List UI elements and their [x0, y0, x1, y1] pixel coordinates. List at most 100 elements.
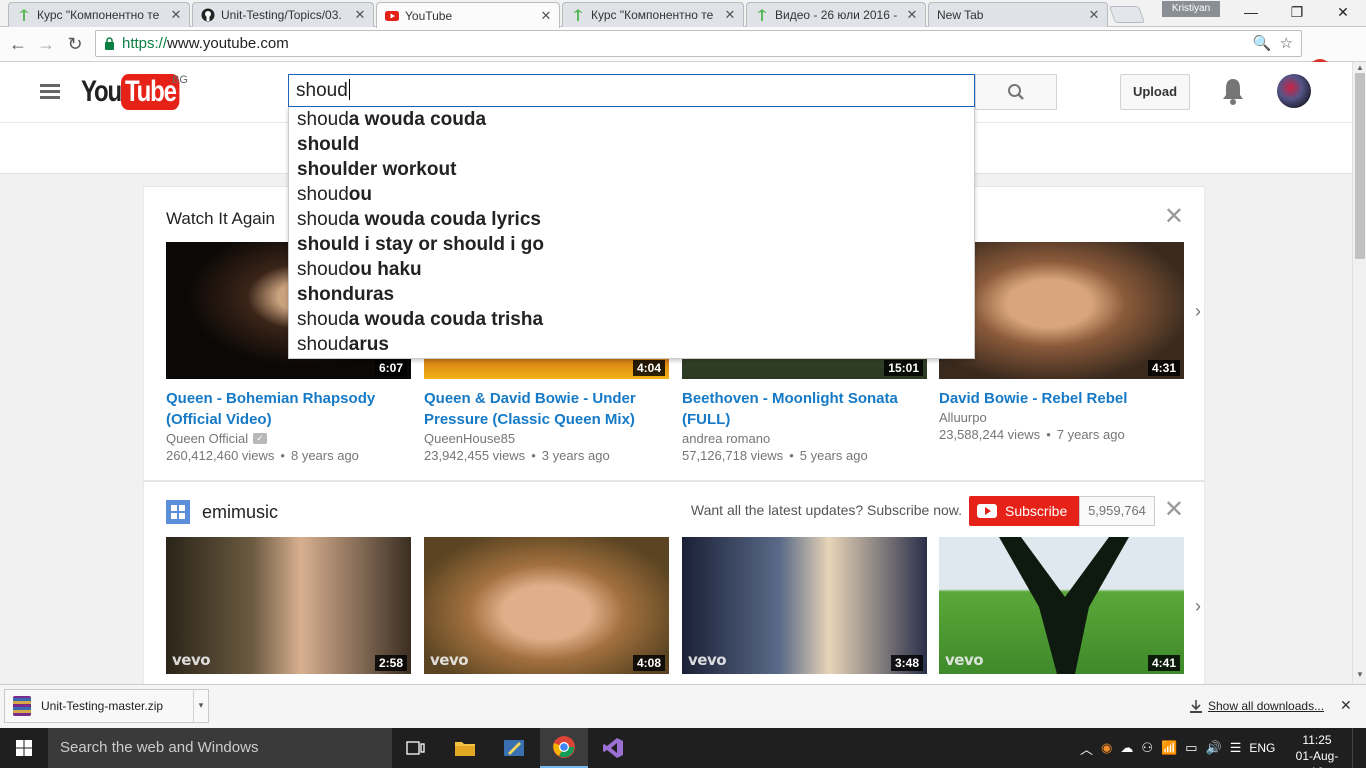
- cloud-tray-icon[interactable]: ☁: [1120, 740, 1133, 756]
- input-language[interactable]: ENG: [1249, 741, 1275, 755]
- shelf-next-chevron-icon[interactable]: ›: [1190, 301, 1206, 322]
- battery-icon[interactable]: ▭: [1185, 740, 1197, 756]
- github-icon: [201, 8, 215, 22]
- new-tab-button[interactable]: [1108, 6, 1146, 23]
- scroll-up-arrow-icon[interactable]: ▲: [1356, 63, 1364, 72]
- forward-icon[interactable]: →: [34, 32, 58, 56]
- browser-tab[interactable]: Unit-Testing/Topics/03. ✕: [192, 2, 374, 27]
- notifications-bell-icon[interactable]: [1219, 76, 1247, 106]
- video-tile[interactable]: vevo 4:41: [939, 537, 1184, 674]
- search-suggestion[interactable]: shoudou haku: [289, 257, 974, 282]
- tab-close-icon[interactable]: ✕: [353, 7, 367, 23]
- lock-icon: [102, 36, 116, 52]
- chevron-down-icon[interactable]: ▾: [193, 690, 208, 722]
- zoom-icon[interactable]: 🔍: [1253, 34, 1272, 52]
- tab-close-icon[interactable]: ✕: [723, 7, 737, 23]
- subscribe-button[interactable]: Subscribe: [969, 496, 1079, 526]
- video-title[interactable]: Queen - Bohemian Rhapsody (Official Vide…: [166, 388, 411, 430]
- search-suggestion[interactable]: shoudou: [289, 182, 974, 207]
- channel-avatar-icon[interactable]: [166, 500, 190, 524]
- show-desktop-button[interactable]: [1352, 728, 1366, 768]
- download-icon: [1190, 699, 1202, 713]
- pencil-app-icon[interactable]: [490, 728, 538, 768]
- video-title[interactable]: Queen & David Bowie - Under Pressure (Cl…: [424, 388, 669, 430]
- chrome-taskbar-icon[interactable]: [540, 728, 588, 768]
- shelf-next-chevron-icon[interactable]: ›: [1190, 596, 1206, 617]
- video-thumbnail[interactable]: vevo 4:08: [424, 537, 669, 674]
- upload-button[interactable]: Upload: [1120, 74, 1190, 110]
- show-all-downloads-link[interactable]: Show all downloads...: [1190, 699, 1324, 713]
- volume-icon[interactable]: 🔊: [1206, 740, 1222, 756]
- guide-menu-icon[interactable]: [40, 84, 60, 100]
- video-channel[interactable]: QueenHouse85: [424, 431, 515, 446]
- browser-tab[interactable]: Курс "Компонентно те ✕: [8, 2, 190, 27]
- search-button[interactable]: [975, 74, 1057, 110]
- tab-close-icon[interactable]: ✕: [169, 7, 183, 23]
- video-tile[interactable]: 4:31 David Bowie - Rebel Rebel Alluurpo …: [939, 242, 1184, 442]
- search-suggestion[interactable]: should i stay or should i go: [289, 232, 974, 257]
- back-icon[interactable]: ←: [6, 32, 30, 56]
- suggestion-completion: shonduras: [297, 284, 395, 305]
- minimize-icon[interactable]: —: [1228, 0, 1274, 24]
- tab-close-icon[interactable]: ✕: [1087, 7, 1101, 23]
- people-tray-icon[interactable]: ⚇: [1141, 740, 1153, 756]
- video-tile[interactable]: vevo 3:48: [682, 537, 927, 674]
- avatar[interactable]: [1277, 74, 1311, 108]
- video-tile[interactable]: vevo 2:58: [166, 537, 411, 674]
- visual-studio-icon[interactable]: [589, 728, 637, 768]
- browser-tab[interactable]: New Tab ✕: [928, 2, 1108, 27]
- dismiss-icon[interactable]: ✕: [1164, 498, 1184, 522]
- suggestion-completion: a wouda couda lyrics: [348, 209, 541, 230]
- file-explorer-icon[interactable]: [441, 728, 489, 768]
- show-all-label: Show all downloads...: [1208, 699, 1325, 713]
- avast-tray-icon[interactable]: ◉: [1101, 740, 1112, 756]
- search-suggestion[interactable]: shoulder workout: [289, 157, 974, 182]
- address-bar[interactable]: https://www.youtube.com 🔍 ☆: [95, 30, 1302, 57]
- action-center-icon[interactable]: ☰: [1230, 740, 1242, 756]
- video-title[interactable]: Beethoven - Moonlight Sonata (FULL): [682, 388, 927, 430]
- download-item[interactable]: Unit-Testing-master.zip ▾: [4, 689, 209, 723]
- video-thumbnail[interactable]: vevo 4:41: [939, 537, 1184, 674]
- video-duration: 6:07: [374, 360, 407, 376]
- browser-tab[interactable]: Курс "Компонентно те ✕: [562, 2, 744, 27]
- search-suggestion[interactable]: shouda wouda couda lyrics: [289, 207, 974, 232]
- browser-tab-active[interactable]: YouTube ✕: [376, 2, 560, 28]
- video-channel[interactable]: andrea romano: [682, 431, 770, 446]
- search-suggestion[interactable]: shonduras: [289, 282, 974, 307]
- taskbar-search-box[interactable]: Search the web and Windows: [48, 728, 392, 768]
- profile-name[interactable]: Kristiyan: [1162, 1, 1220, 17]
- task-view-icon[interactable]: [392, 728, 440, 768]
- star-icon[interactable]: ☆: [1280, 34, 1293, 52]
- tray-expand-icon[interactable]: ︿: [1080, 739, 1093, 758]
- dismiss-icon[interactable]: ✕: [1164, 205, 1184, 229]
- shelf-title[interactable]: Watch It Again: [166, 209, 275, 229]
- scroll-down-arrow-icon[interactable]: ▼: [1356, 670, 1364, 679]
- browser-tab[interactable]: Видео - 26 юли 2016 - ✕: [746, 2, 926, 27]
- video-age: 3 years ago: [541, 448, 610, 463]
- reload-icon[interactable]: ↻: [63, 32, 87, 56]
- search-suggestion[interactable]: shouda wouda couda: [289, 107, 974, 132]
- close-window-icon[interactable]: ✕: [1320, 0, 1366, 24]
- tab-close-icon[interactable]: ✕: [539, 8, 553, 24]
- close-downloads-icon[interactable]: ✕: [1340, 697, 1352, 714]
- video-thumbnail[interactable]: vevo 2:58: [166, 537, 411, 674]
- tab-close-icon[interactable]: ✕: [905, 7, 919, 23]
- video-channel[interactable]: Queen Official: [166, 431, 248, 446]
- page-scrollbar[interactable]: ▲ ▼: [1352, 62, 1366, 684]
- video-title[interactable]: David Bowie - Rebel Rebel: [939, 388, 1184, 409]
- taskbar-clock[interactable]: 11:25 01-Aug-16: [1290, 732, 1344, 768]
- wifi-icon[interactable]: 📶: [1161, 740, 1177, 756]
- windows-start-icon[interactable]: [0, 728, 48, 768]
- logo-you: You: [81, 75, 122, 108]
- restore-icon[interactable]: ❐: [1274, 0, 1320, 24]
- search-input[interactable]: shoud: [288, 74, 975, 107]
- channel-name[interactable]: emimusic: [202, 502, 278, 523]
- video-channel[interactable]: Alluurpo: [939, 410, 987, 425]
- scroll-thumb[interactable]: [1355, 73, 1365, 259]
- video-tile[interactable]: vevo 4:08: [424, 537, 669, 674]
- video-thumbnail[interactable]: vevo 3:48: [682, 537, 927, 674]
- video-thumbnail[interactable]: 4:31: [939, 242, 1184, 379]
- search-suggestion[interactable]: shoudarus: [289, 332, 974, 357]
- search-suggestion[interactable]: shouda wouda couda trisha: [289, 307, 974, 332]
- search-suggestion[interactable]: should: [289, 132, 974, 157]
